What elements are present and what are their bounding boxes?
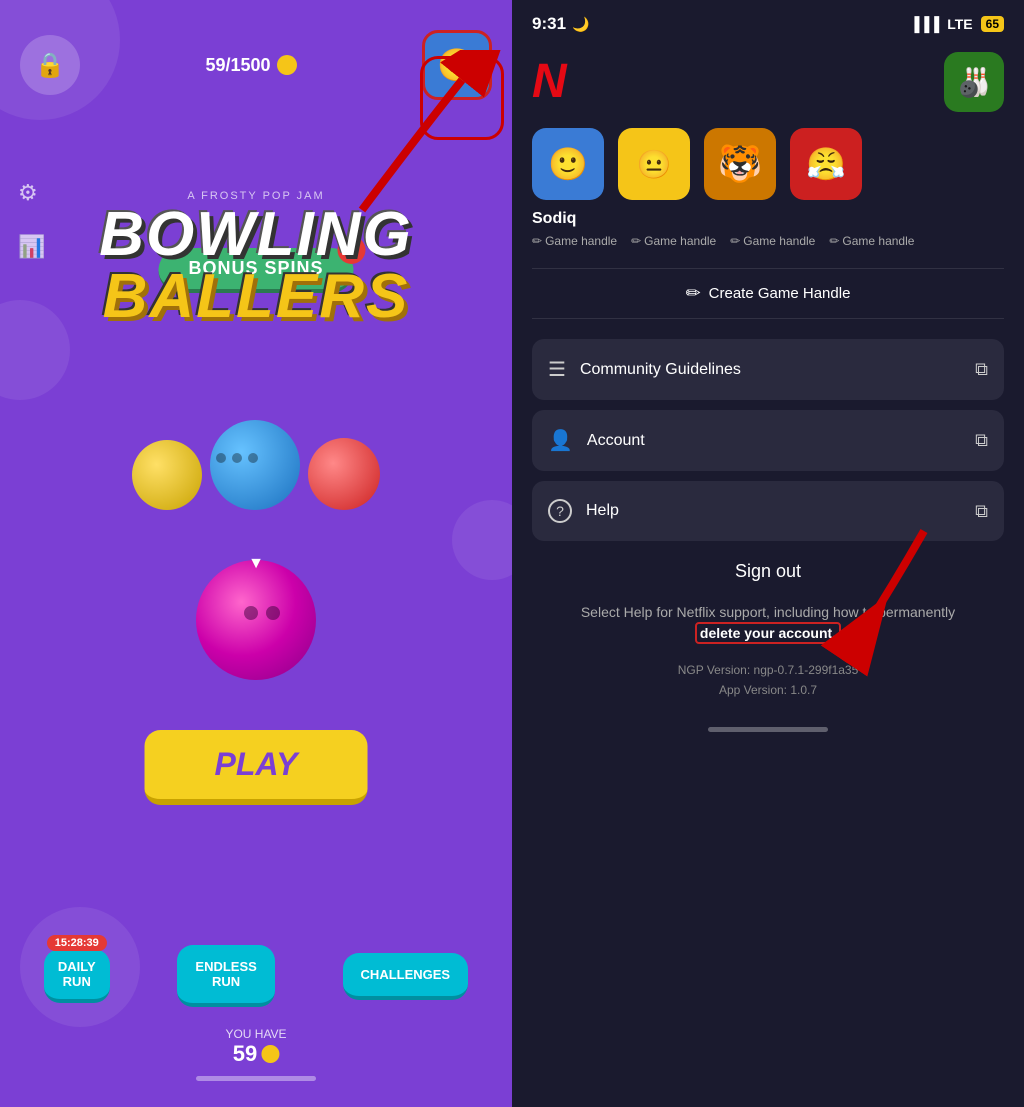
status-time: 9:31 🌙: [532, 14, 589, 34]
endless-run-button[interactable]: ENDLESS RUN: [177, 945, 274, 1007]
play-label: PLAY: [215, 746, 298, 782]
top-bar: 🔒 59/1500 🙂: [0, 30, 512, 100]
create-game-handle-button[interactable]: ✏ Create Game Handle: [532, 268, 1004, 319]
profile-handles-row: ✏ Game handle ✏ Game handle ✏ Game handl…: [532, 234, 1004, 248]
signal-bars-icon: ▐▐▐: [909, 16, 939, 32]
version-info: NGP Version: ngp-0.7.1-299f1a35 App Vers…: [512, 644, 1024, 717]
game-icon[interactable]: 🎳: [944, 52, 1004, 112]
profile-avatar-4[interactable]: 😤: [790, 128, 862, 200]
coin-count: 59/1500: [205, 55, 296, 76]
play-button[interactable]: PLAY: [145, 730, 368, 805]
delete-highlight-text: delete your account.: [695, 622, 841, 644]
daily-label: DAILY RUN: [58, 959, 96, 989]
person-icon: 👤: [548, 428, 573, 453]
menu-section: ☰ Community Guidelines ⧉ 👤 Account ⧉ ? H…: [512, 319, 1024, 541]
battery-level: 65: [981, 16, 1004, 32]
profiles-row: 🙂 😐 🐯 😤: [532, 128, 1004, 200]
ball-blue: [210, 420, 300, 510]
bowling-balls-area: [132, 420, 380, 510]
profile-avatar-1[interactable]: 🙂: [532, 128, 604, 200]
coin-icon: [277, 55, 297, 75]
time-text: 9:31: [532, 14, 566, 34]
title-ballers: BALLERS: [99, 266, 413, 328]
deco-circle-2: [0, 300, 70, 400]
pencil-icon-create: ✏: [686, 283, 701, 304]
status-right: ▐▐▐ LTE 65: [909, 16, 1004, 32]
pencil-icon-3: ✏: [730, 234, 740, 248]
community-guidelines-label: Community Guidelines: [580, 361, 975, 379]
main-ball-dots: [244, 606, 280, 620]
handle-label-2: Game handle: [644, 234, 716, 248]
triangle-indicator: ▼: [248, 555, 264, 573]
ngp-version: NGP Version: ngp-0.7.1-299f1a35: [532, 660, 1004, 680]
bottom-coins: YOU HAVE 59: [225, 1027, 286, 1067]
main-ball: [196, 560, 316, 680]
account-label: Account: [587, 432, 975, 450]
filter-icon[interactable]: ⚙: [18, 180, 45, 206]
coin-icon-bottom: [261, 1045, 279, 1063]
profile-section: 🙂 😐 🐯 😤 Sodiq ✏ Game handle ✏ Game handl…: [512, 128, 1024, 268]
daily-timer: 15:28:39: [47, 935, 107, 951]
netflix-header: N 🎳: [512, 42, 1024, 128]
external-link-icon-3: ⧉: [975, 501, 988, 522]
ball-yellow: [132, 440, 202, 510]
right-content: 9:31 🌙 ▐▐▐ LTE 65 N 🎳 🙂 😐 🐯 😤 Sodiq: [512, 0, 1024, 1107]
coin-count-text: 59/1500: [205, 55, 270, 76]
lock-button[interactable]: 🔒: [20, 35, 80, 95]
home-indicator-left: [196, 1076, 316, 1081]
you-have-label: YOU HAVE: [225, 1027, 286, 1041]
signout-section: Sign out: [512, 541, 1024, 602]
game-title: A FROSTY POP JAM BOWLING BALLERS: [99, 190, 413, 328]
handle-label-1: Game handle: [545, 234, 617, 248]
help-item[interactable]: ? Help ⧉: [532, 481, 1004, 541]
info-text-content: Select Help for Netflix support, includi…: [581, 604, 955, 620]
account-item[interactable]: 👤 Account ⧉: [532, 410, 1004, 471]
external-link-icon-1: ⧉: [975, 359, 988, 380]
status-bar: 9:31 🌙 ▐▐▐ LTE 65: [512, 0, 1024, 42]
help-icon: ?: [548, 499, 572, 523]
bottom-buttons: 15:28:39 DAILY RUN ENDLESS RUN CHALLENGE…: [0, 945, 512, 1007]
profile-name: Sodiq: [532, 210, 1004, 228]
profile-avatar-2[interactable]: 😐: [618, 128, 690, 200]
game-handle-1: ✏ Game handle: [532, 234, 617, 248]
handle-label-3: Game handle: [743, 234, 815, 248]
ball-red: [308, 438, 380, 510]
pencil-icon-4: ✏: [829, 234, 839, 248]
moon-icon: 🌙: [572, 16, 589, 33]
help-label: Help: [586, 502, 975, 520]
app-version: App Version: 1.0.7: [532, 680, 1004, 700]
endless-label: ENDLESS RUN: [195, 959, 256, 989]
coins-count-bottom: 59: [225, 1041, 286, 1067]
coins-count-value: 59: [233, 1041, 257, 1067]
signout-button[interactable]: Sign out: [735, 561, 801, 581]
signal-text: LTE: [947, 16, 972, 32]
menu-lines-icon: ☰: [548, 357, 566, 382]
profile-avatar-3[interactable]: 🐯: [704, 128, 776, 200]
external-link-icon-2: ⧉: [975, 430, 988, 451]
daily-run-button[interactable]: 15:28:39 DAILY RUN: [44, 949, 110, 1003]
signout-area: Sign out: [512, 541, 1024, 602]
pencil-icon-1: ✏: [532, 234, 542, 248]
game-handle-4: ✏ Game handle: [829, 234, 914, 248]
pencil-icon-2: ✏: [631, 234, 641, 248]
game-handle-2: ✏ Game handle: [631, 234, 716, 248]
challenges-label: CHALLENGES: [361, 967, 451, 982]
info-text: Select Help for Netflix support, includi…: [512, 602, 1024, 644]
side-icons: ⚙ 📊: [18, 180, 45, 260]
handle-label-4: Game handle: [842, 234, 914, 248]
profile-avatar-top[interactable]: 🙂: [422, 30, 492, 100]
home-indicator-right: [708, 727, 828, 732]
right-panel: 9:31 🌙 ▐▐▐ LTE 65 N 🎳 🙂 😐 🐯 😤 Sodiq: [512, 0, 1024, 1107]
title-bowling: BOWLING: [99, 204, 413, 266]
challenges-button[interactable]: CHALLENGES: [343, 953, 469, 1000]
create-handle-label: Create Game Handle: [709, 285, 851, 302]
community-guidelines-item[interactable]: ☰ Community Guidelines ⧉: [532, 339, 1004, 400]
netflix-logo: N: [532, 58, 567, 106]
game-handle-3: ✏ Game handle: [730, 234, 815, 248]
chart-icon[interactable]: 📊: [18, 234, 45, 260]
left-panel: 🔒 59/1500 🙂 BONUS SPINS 2 ⚙ 📊 A FROSTY P…: [0, 0, 512, 1107]
deco-circle-3: [452, 500, 512, 580]
